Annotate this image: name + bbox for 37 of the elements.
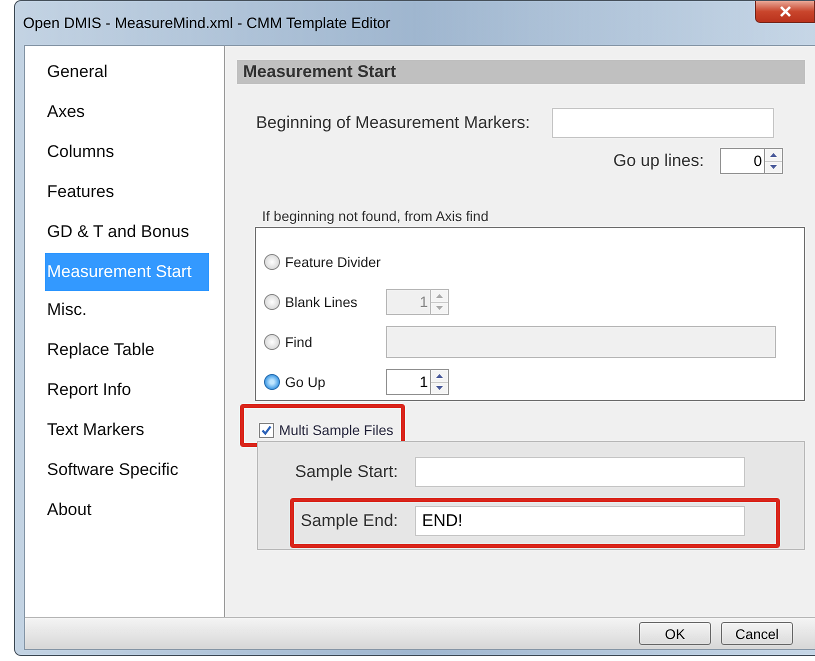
dialog-button[interactable]: OK	[639, 622, 711, 645]
sidebar-item[interactable]: GD & T and Bonus	[45, 213, 209, 253]
number-field[interactable]: 0	[720, 148, 764, 174]
section-header: Measurement Start	[237, 60, 805, 84]
spin-buttons[interactable]	[430, 369, 449, 395]
checkbox-label: Multi Sample Files	[279, 420, 394, 440]
number-field[interactable]: 1	[386, 369, 430, 395]
text-field[interactable]	[552, 108, 774, 138]
text-field[interactable]	[415, 457, 745, 487]
sidebar-item[interactable]: Columns	[45, 133, 209, 173]
window-title: Open DMIS - MeasureMind.xml - CMM Template Editor	[23, 14, 390, 34]
checkbox[interactable]	[259, 422, 274, 438]
sidebar-item[interactable]: Replace Table	[45, 331, 209, 371]
dialog-button[interactable]: Cancel	[721, 622, 793, 645]
spin-buttons[interactable]	[764, 148, 783, 174]
radio-button[interactable]	[264, 254, 280, 270]
field-label: Go up lines:	[613, 150, 704, 172]
sidebar-item[interactable]: Software Specific	[45, 451, 209, 491]
group-label: If beginning not found, from Axis find	[262, 207, 490, 226]
radio-label: Blank Lines	[285, 292, 358, 312]
radio-button[interactable]	[264, 374, 280, 390]
sidebar-item[interactable]: About	[45, 491, 209, 531]
field-label: Sample Start:	[294, 461, 398, 484]
sidebar-item[interactable]: Text Markers	[45, 411, 209, 451]
radio-label: Go Up	[285, 372, 326, 392]
close-icon	[778, 6, 792, 17]
radio-label: Find	[285, 332, 314, 352]
sidebar-item[interactable]: Report Info	[45, 371, 209, 411]
field-label: Beginning of Measurement Markers:	[254, 112, 530, 134]
radio-label: Feature Divider	[285, 252, 382, 272]
sidebar-item[interactable]: Misc.	[45, 291, 209, 331]
field-label: Sample End:	[300, 510, 398, 532]
sidebar-item[interactable]: Axes	[45, 93, 209, 133]
text-field[interactable]: END!	[415, 506, 745, 536]
close-button[interactable]	[755, 1, 815, 23]
sidebar-item[interactable]: Features	[45, 173, 209, 213]
sidebar-item[interactable]: General	[45, 53, 209, 93]
